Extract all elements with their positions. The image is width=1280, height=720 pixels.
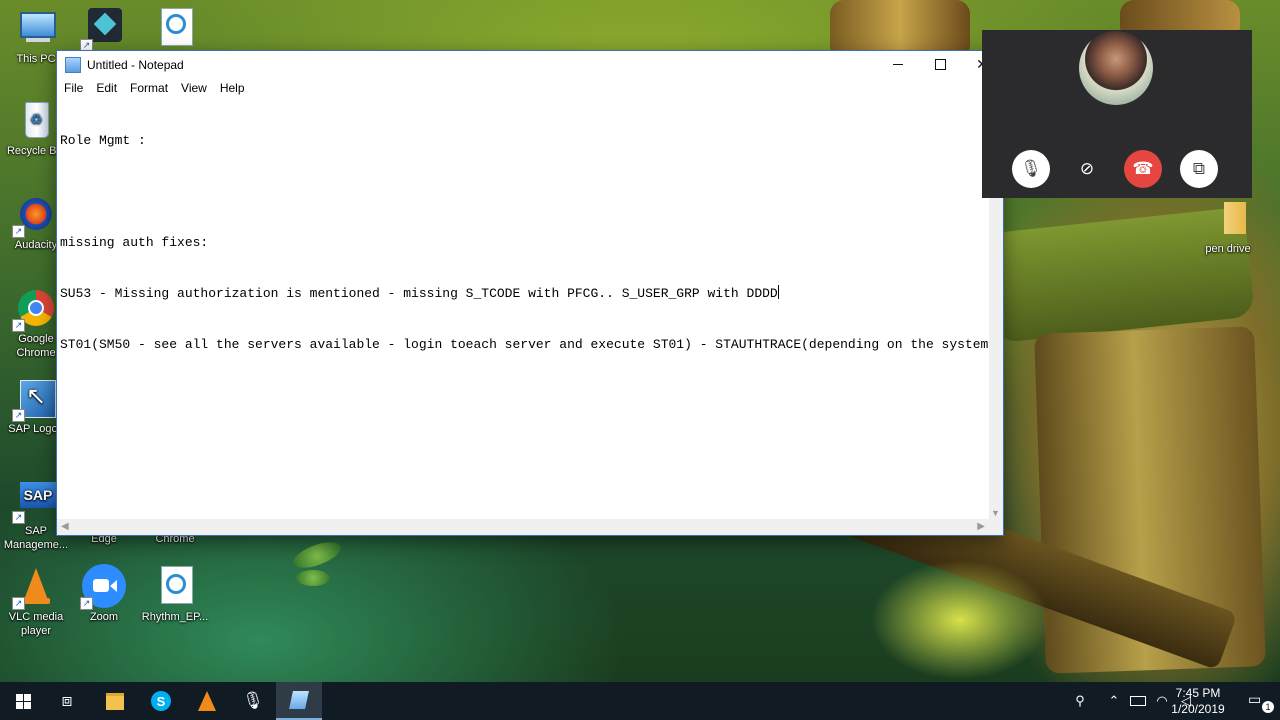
menu-format[interactable]: Format — [123, 81, 174, 95]
sap-icon: SAP — [12, 478, 58, 524]
desktop-icon-top-app[interactable] — [68, 6, 140, 52]
scroll-right-icon[interactable]: ▶ — [977, 521, 985, 532]
action-center-button[interactable]: ▭ 1 — [1248, 691, 1274, 713]
video-toggle-button[interactable]: ⊘ — [1068, 150, 1106, 188]
desktop-icon-label: VLC media player — [8, 611, 64, 637]
wallpaper-leaf — [296, 570, 330, 586]
menu-view[interactable]: View — [174, 81, 213, 95]
chrome-icon — [12, 286, 58, 332]
mute-button[interactable]: 🎙 — [1012, 150, 1050, 188]
maximize-icon — [934, 59, 946, 70]
rhythm-file-icon — [153, 564, 197, 608]
menu-bar: File Edit Format View Help — [57, 78, 1003, 98]
scroll-left-icon[interactable]: ◀ — [61, 521, 69, 532]
desktop-icon-zoom[interactable]: Zoom — [68, 564, 140, 624]
taskbar-file-explorer[interactable] — [92, 682, 138, 720]
sap-logon-icon: ↖ — [12, 376, 58, 422]
text-line: missing auth fixes: — [60, 235, 209, 250]
task-view-button[interactable]: ⧈ — [44, 682, 90, 720]
audacity-icon — [12, 192, 58, 238]
clock-time: 7:45 PM — [1175, 686, 1221, 700]
text-editor[interactable]: Role Mgmt : missing auth fixes: SU53 - M… — [57, 98, 989, 519]
text-line — [60, 183, 986, 200]
desktop-icon-vlc[interactable]: VLC media player — [0, 564, 72, 638]
clock[interactable]: 7:45 PM 1/20/2019 — [1168, 685, 1228, 717]
video-off-icon: ⊘ — [1079, 159, 1095, 178]
menu-help[interactable]: Help — [213, 81, 251, 95]
taskbar-vlc[interactable] — [184, 682, 230, 720]
desktop-icon-label: Zoom — [89, 611, 119, 623]
hang-up-button[interactable]: ☎ — [1124, 150, 1162, 188]
people-icon: ⚲ — [1075, 693, 1085, 708]
text-line: ST01(SM50 - see all the servers availabl… — [60, 337, 989, 352]
app-icon — [80, 6, 126, 52]
microphone-icon: 🎙 — [1020, 159, 1042, 178]
call-controls: 🎙 ⊘ ☎ ⧉ — [1012, 150, 1218, 188]
switch-window-icon: ⧉ — [1192, 159, 1206, 178]
notification-icon: ▭ — [1248, 691, 1262, 707]
skype-icon: S — [151, 691, 171, 711]
text-line: Role Mgmt : — [60, 133, 146, 148]
wallpaper-leaf — [290, 537, 344, 573]
resize-corner[interactable] — [989, 519, 1003, 535]
avatar — [1079, 31, 1153, 105]
vlc-icon — [12, 564, 58, 610]
taskbar: ⧈ S 🎙 ⚲ ⌃ ◠ ◁ 7:45 PM 1/20/2019 ▭ 1 — [0, 682, 1280, 720]
notepad-icon — [289, 691, 309, 709]
maximize-button[interactable] — [919, 51, 961, 78]
call-window[interactable]: 🎙 ⊘ ☎ ⧉ — [982, 30, 1252, 198]
desktop-icon-rhythm[interactable]: Rhythm_EP... — [139, 564, 211, 624]
hang-up-icon: ☎ — [1132, 159, 1154, 178]
zoom-icon — [80, 564, 126, 610]
recycle-bin-icon: ♻ — [14, 98, 58, 142]
horizontal-scrollbar[interactable]: ◀ ▶ — [57, 519, 989, 535]
battery-button[interactable] — [1126, 682, 1150, 720]
taskbar-notepad[interactable] — [276, 682, 322, 720]
notification-count: 1 — [1262, 701, 1274, 713]
minimize-button[interactable] — [877, 51, 919, 78]
clock-date: 1/20/2019 — [1171, 702, 1225, 716]
desktop-icon-label: Rhythm_EP... — [141, 611, 209, 623]
text-caret — [777, 285, 779, 299]
notepad-window[interactable]: Untitled - Notepad ✕ File Edit Format Vi… — [56, 50, 1004, 536]
windows-icon — [15, 693, 31, 709]
task-view-icon: ⧈ — [61, 691, 73, 710]
desktop-icon-pen-drive[interactable]: pen drive — [1192, 196, 1264, 256]
notepad-icon — [65, 56, 81, 73]
computer-icon — [14, 6, 58, 50]
show-hidden-icons-button[interactable]: ⌃ — [1102, 682, 1126, 720]
taskbar-skype[interactable]: S — [138, 682, 184, 720]
text-line: SU53 - Missing authorization is mentione… — [60, 286, 778, 301]
start-button[interactable] — [0, 682, 46, 720]
minimize-icon — [893, 64, 903, 65]
taskbar-app[interactable]: 🎙 — [230, 682, 276, 720]
file-icon — [153, 6, 197, 50]
menu-edit[interactable]: Edit — [89, 81, 123, 95]
microphone-icon: 🎙 — [242, 691, 264, 710]
folder-icon — [106, 692, 124, 710]
wifi-icon: ◠ — [1156, 693, 1168, 708]
folder-icon — [1206, 196, 1250, 240]
wallpaper-glow — [870, 560, 1050, 680]
battery-icon — [1130, 696, 1146, 706]
switch-window-button[interactable]: ⧉ — [1180, 150, 1218, 188]
desktop-icon-label: pen drive — [1205, 243, 1251, 255]
window-title: Untitled - Notepad — [87, 57, 184, 72]
menu-file[interactable]: File — [57, 81, 89, 95]
scroll-down-icon[interactable]: ▼ — [991, 508, 1000, 518]
chevron-up-icon: ⌃ — [1108, 693, 1120, 708]
title-bar[interactable]: Untitled - Notepad ✕ — [57, 51, 1003, 78]
text-line-with-caret: SU53 - Missing authorization is mentione… — [60, 285, 986, 302]
people-button[interactable]: ⚲ — [1068, 682, 1092, 720]
vlc-icon — [198, 691, 216, 711]
desktop-icon-top-file[interactable] — [139, 6, 211, 52]
